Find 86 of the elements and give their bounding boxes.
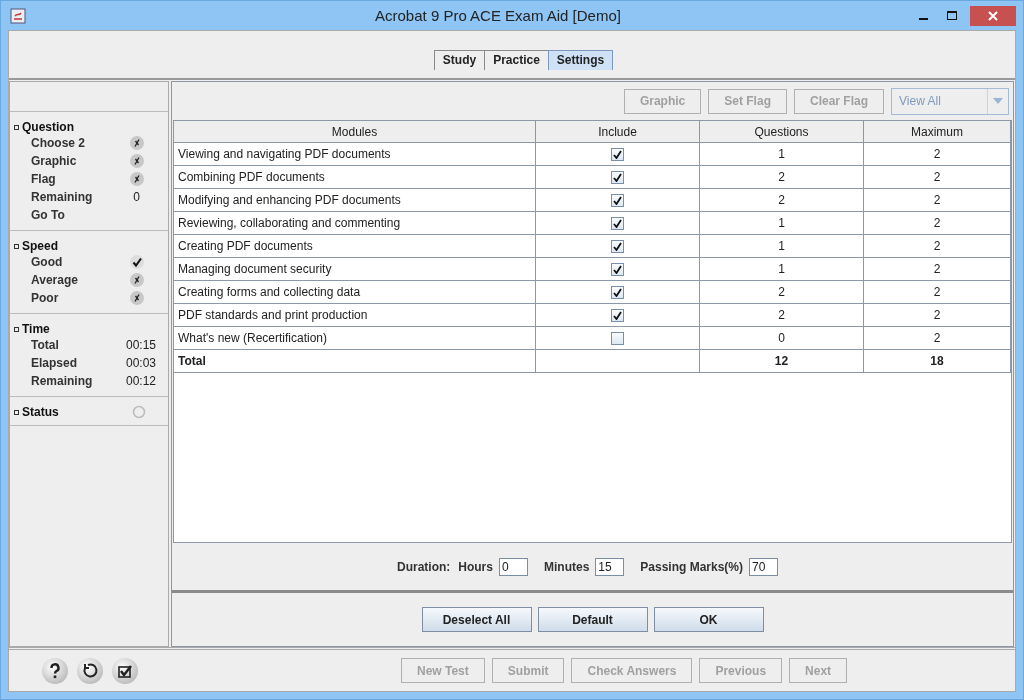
section-title: Speed bbox=[22, 239, 58, 253]
table-cell: 18 bbox=[863, 349, 1011, 373]
table-cell: 2 bbox=[699, 188, 864, 212]
table-cell: 2 bbox=[863, 303, 1011, 327]
maximize-icon[interactable] bbox=[947, 10, 957, 21]
table-cell: 2 bbox=[863, 234, 1011, 258]
sidebar-label: Remaining bbox=[31, 374, 93, 388]
input-field[interactable]: 15 bbox=[595, 557, 625, 576]
input-field[interactable]: 0 bbox=[498, 557, 528, 576]
table-cell: 2 bbox=[863, 188, 1011, 212]
table-cell: 0 bbox=[699, 326, 864, 350]
table-cell: 12 bbox=[699, 349, 864, 373]
window-title: Acrobat 9 Pro ACE Exam Aid [Demo] bbox=[374, 7, 622, 24]
section-title: Time bbox=[22, 322, 50, 336]
sidebar-label: Poor bbox=[31, 291, 59, 305]
table-cell: Combining PDF documents bbox=[174, 165, 536, 189]
action-button[interactable]: Default bbox=[537, 607, 648, 632]
table-cell: Modifying and enhancing PDF documents bbox=[174, 188, 536, 212]
checkbox[interactable] bbox=[611, 194, 624, 208]
sidebar-label: Flag bbox=[31, 172, 56, 186]
checkbox[interactable] bbox=[611, 263, 624, 277]
sidebar-value: 00:15 bbox=[125, 338, 156, 352]
checkbox[interactable] bbox=[611, 286, 624, 300]
sidebar-label: Choose 2 bbox=[31, 136, 85, 150]
table-cell: Total bbox=[174, 349, 536, 373]
table-cell: 2 bbox=[863, 165, 1011, 189]
close-button[interactable] bbox=[970, 5, 1016, 26]
action-button[interactable]: Deselect All bbox=[421, 607, 532, 632]
app-icon bbox=[10, 7, 26, 24]
table-cell: 1 bbox=[699, 211, 864, 235]
bullet-icon bbox=[14, 243, 19, 249]
sidebar-value: 00:03 bbox=[125, 356, 156, 370]
tab[interactable]: Settings bbox=[547, 50, 614, 70]
column-header: Maximum bbox=[863, 121, 1011, 143]
table-cell: 2 bbox=[863, 280, 1011, 304]
field-label: Passing Marks(%) bbox=[640, 559, 743, 574]
sidebar-label: Average bbox=[31, 273, 78, 287]
table-cell: Managing document security bbox=[174, 257, 536, 281]
checkbox[interactable] bbox=[611, 217, 624, 231]
checkbox[interactable] bbox=[611, 148, 624, 162]
table-cell: 2 bbox=[863, 326, 1011, 350]
checkbox[interactable] bbox=[611, 171, 624, 185]
sidebar-label: Elapsed bbox=[31, 356, 78, 370]
sidebar-label: Remaining bbox=[31, 190, 93, 204]
table-cell: What's new (Recertification) bbox=[174, 326, 536, 350]
sidebar-label: Graphic bbox=[31, 154, 77, 168]
table-cell: Reviewing, collaborating and commenting bbox=[174, 211, 536, 235]
bullet-icon bbox=[14, 326, 19, 332]
help-icon[interactable] bbox=[41, 656, 69, 685]
table-cell: 2 bbox=[699, 165, 864, 189]
table-cell: Creating forms and collecting data bbox=[174, 280, 536, 304]
checkbox[interactable] bbox=[611, 332, 624, 346]
checkbox[interactable] bbox=[611, 240, 624, 254]
sidebar-value: 0 bbox=[133, 190, 140, 204]
table-cell: 1 bbox=[699, 257, 864, 281]
section-title: Status bbox=[22, 405, 59, 419]
goto-link[interactable]: Go To bbox=[31, 208, 65, 222]
checkbox-icon[interactable] bbox=[111, 656, 139, 685]
table-cell: 2 bbox=[863, 142, 1011, 166]
table-cell: Viewing and navigating PDF documents bbox=[174, 142, 536, 166]
action-button[interactable]: OK bbox=[653, 607, 764, 632]
section-title: Question bbox=[22, 120, 74, 134]
table-cell: 2 bbox=[863, 211, 1011, 235]
sidebar-label: Good bbox=[31, 255, 63, 269]
table-cell: 2 bbox=[699, 280, 864, 304]
column-header: Modules bbox=[174, 121, 536, 143]
column-header: Include bbox=[535, 121, 700, 143]
input-field[interactable]: 70 bbox=[749, 557, 778, 576]
table-cell: 2 bbox=[699, 303, 864, 327]
refresh-icon[interactable] bbox=[76, 656, 104, 685]
table-cell: 1 bbox=[699, 142, 864, 166]
field-label: Minutes bbox=[543, 559, 590, 574]
bullet-icon bbox=[14, 409, 19, 415]
table-cell: PDF standards and print production bbox=[174, 303, 536, 327]
table-cell: 1 bbox=[699, 234, 864, 258]
checkbox[interactable] bbox=[611, 309, 624, 323]
bullet-icon bbox=[14, 124, 19, 130]
table-cell: Creating PDF documents bbox=[174, 234, 536, 258]
sidebar-label: Total bbox=[31, 338, 59, 352]
duration-label: Duration: bbox=[396, 559, 451, 574]
table-cell: 2 bbox=[863, 257, 1011, 281]
sidebar-value: 00:12 bbox=[125, 374, 156, 388]
tab[interactable]: Study bbox=[433, 50, 486, 70]
close-icon bbox=[988, 10, 998, 21]
column-header: Questions bbox=[699, 121, 864, 143]
field-label: Hours bbox=[458, 559, 493, 574]
